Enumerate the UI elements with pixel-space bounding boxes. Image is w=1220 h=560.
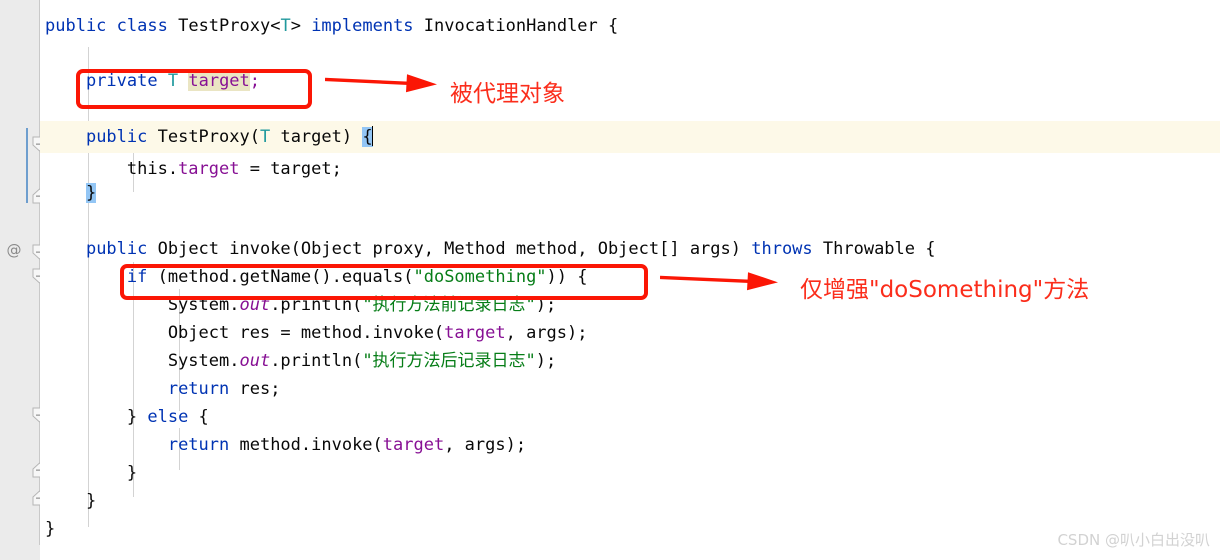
code-token: InvocationHandler { xyxy=(413,16,619,36)
code-token: throws xyxy=(751,239,813,259)
code-token: Object invoke(Object proxy, Method metho… xyxy=(147,239,752,259)
code-token: "执行方法前记录日志" xyxy=(362,295,536,315)
code-token: .println( xyxy=(270,351,363,371)
code-token: method.invoke( xyxy=(229,435,383,455)
annotation-marker-icon[interactable]: @ xyxy=(3,242,25,258)
code-token: , args); xyxy=(505,323,588,343)
code-token: } xyxy=(45,407,148,427)
code-token: { xyxy=(188,407,209,427)
code-token: T xyxy=(167,71,179,91)
code-token: TestProxy< xyxy=(167,16,281,36)
code-token: System. xyxy=(45,295,240,315)
code-token: (method.getName().equals( xyxy=(147,267,414,287)
code-token: private xyxy=(85,71,158,91)
code-token: System. xyxy=(45,351,240,371)
code-line-class-declaration[interactable]: public class TestProxy<T> implements Inv… xyxy=(40,10,1220,42)
code-token: public xyxy=(85,127,148,147)
code-token: = target; xyxy=(239,159,342,179)
code-token: public xyxy=(45,16,107,36)
annotation-only-enhance-dosomething-label: 仅增强"doSomething"方法 xyxy=(800,277,1090,303)
code-line-field-target[interactable]: private T target; xyxy=(40,65,1220,97)
annotation-proxied-object-label: 被代理对象 xyxy=(450,81,565,107)
code-editor-screenshot: @ public class TestProxy<T> implements I… xyxy=(0,0,1220,560)
code-line-constructor-signature[interactable]: public TestProxy(T target) { xyxy=(40,121,1220,153)
code-token: class xyxy=(116,16,168,36)
code-line-class-close-brace[interactable]: } xyxy=(40,513,1220,545)
code-token: .println( xyxy=(270,295,363,315)
code-token: target xyxy=(188,71,250,91)
code-token: > xyxy=(290,16,312,36)
code-token: , args); xyxy=(444,435,527,455)
code-token: this. xyxy=(45,159,179,179)
code-token: res; xyxy=(229,379,281,399)
code-token: target) xyxy=(270,127,363,147)
code-token: return xyxy=(167,435,230,455)
code-token: Object res = method.invoke( xyxy=(45,323,445,343)
code-token: if xyxy=(126,267,148,287)
code-token: "doSomething" xyxy=(413,267,547,287)
code-token: TestProxy( xyxy=(147,127,260,147)
code-token: T xyxy=(259,127,271,147)
text-caret xyxy=(371,126,373,146)
code-token: Throwable { xyxy=(812,239,936,259)
code-token: ; xyxy=(249,71,261,91)
code-token: "执行方法后记录日志" xyxy=(362,351,536,371)
code-token: target xyxy=(178,159,240,179)
code-token: } xyxy=(45,463,138,483)
code-token: ); xyxy=(535,295,557,315)
code-token: implements xyxy=(311,16,414,36)
code-token: out xyxy=(239,351,271,371)
code-token: T xyxy=(280,16,291,36)
code-token: out xyxy=(239,295,271,315)
vcs-change-marker[interactable] xyxy=(26,128,28,203)
code-token: return xyxy=(167,379,230,399)
csdn-watermark: CSDN @叭小白出没叭 xyxy=(1057,531,1210,549)
code-token: target xyxy=(382,435,445,455)
editor-gutter[interactable] xyxy=(0,0,30,560)
code-token: )) { xyxy=(546,267,588,287)
code-token: } xyxy=(85,183,97,203)
code-token: } xyxy=(45,491,97,511)
code-token: else xyxy=(147,407,189,427)
code-token: } xyxy=(45,519,56,539)
code-line-constructor-close-brace[interactable]: } xyxy=(40,177,1220,209)
code-token: ); xyxy=(535,351,557,371)
code-token: public xyxy=(85,239,148,259)
code-token: target xyxy=(444,323,506,343)
